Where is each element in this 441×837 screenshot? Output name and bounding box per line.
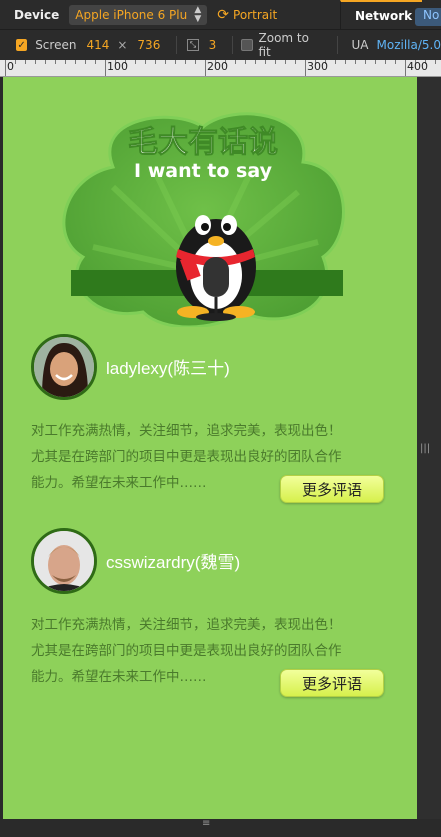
rotate-icon[interactable]: ⟳ [217,7,229,23]
toolbar-divider [336,36,338,54]
avatar [31,334,97,400]
ruler-tick [55,60,56,64]
ruler-label: 300 [307,60,328,73]
resize-handle-bottom-icon[interactable]: ≡ [202,818,210,829]
banner-title-en: I want to say [134,160,273,182]
ruler-tick [275,60,276,64]
ruler-label: 100 [107,60,128,73]
ruler-tick [245,60,246,64]
ua-label: UA [351,38,369,52]
ruler-tick [195,60,196,64]
orientation-label[interactable]: Portrait [233,8,277,22]
ruler-tick [365,60,366,64]
ruler-tick [395,60,396,64]
ruler-label: 200 [207,60,228,73]
ruler-tick [85,60,86,64]
ruler-tick [285,60,286,64]
toolbar-row-screen: ✓ Screen 414 × 736 ⤡ 3 Zoom to fit UA Mo… [0,30,441,60]
ruler-tick [185,60,186,64]
avatar-photo-icon [34,531,94,591]
bottom-bar [0,819,441,837]
ruler-tick [35,60,36,64]
select-arrows-icon: ▲ ▼ [194,4,202,24]
device-label: Device [14,7,60,22]
emulated-viewport: 毛大有话说 I want to say ladylexy(陈三十) 对工作充满热… [3,77,417,819]
toolbar-divider [176,36,178,54]
ruler-tick [165,60,166,64]
ruler-tick [65,60,66,64]
review-line: 对工作充满热情，关注细节，追求完美，表现出色！ [31,617,342,633]
toolbar-row-device: Device Apple iPhone 6 Plu ▲ ▼ ⟳ Portrait … [0,0,441,30]
avatar-photo-icon [34,337,94,397]
ruler-tick [5,60,6,76]
ruler-tick [295,60,296,64]
device-select-value: Apple iPhone 6 Plu [75,7,188,22]
device-toolbar: Device Apple iPhone 6 Plu ▲ ▼ ⟳ Portrait … [0,0,441,60]
ruler-tick [145,60,146,64]
horizontal-ruler: 0 100 200 300 400 [0,60,441,77]
resize-handle-right-icon[interactable]: ||| [420,443,430,454]
review-line: 尤其是在跨部门的项目中更是表现出良好的团队合作 [31,643,342,659]
zoom-to-fit-label: Zoom to fit [258,31,309,59]
ruler-tick [265,60,266,64]
toolbar-divider [232,36,234,54]
ruler-tick [435,60,436,64]
tab-network[interactable]: Network [340,0,423,30]
device-pixel-ratio-field[interactable]: 3 [209,38,217,52]
more-reviews-button[interactable]: 更多评语 [280,475,384,503]
ruler-tick [345,60,346,64]
ruler-tick [405,60,406,76]
ruler-tick [95,60,96,64]
ruler-tick [385,60,386,64]
banner-illustration: 毛大有话说 I want to say [62,112,345,327]
device-pixel-ratio-icon: ⤡ [187,39,199,51]
banner-title-cn: 毛大有话说 [128,125,278,160]
network-throttle-select[interactable]: No [415,8,441,26]
ua-field[interactable]: Mozilla/5.0 [377,38,441,52]
ruler-tick [235,60,236,64]
ruler-tick [335,60,336,64]
avatar [31,528,97,594]
ruler-tick [155,60,156,64]
more-reviews-button[interactable]: 更多评语 [280,669,384,697]
device-select[interactable]: Apple iPhone 6 Plu ▲ ▼ [69,4,208,25]
ruler-tick [205,60,206,76]
ruler-label: 400 [407,60,428,73]
review-line: 对工作充满热情，关注细节，追求完美，表现出色！ [31,423,342,439]
ruler-tick [175,60,176,64]
dimension-separator: × [117,38,128,52]
ruler-tick [355,60,356,64]
ruler-tick [75,60,76,64]
ruler-tick [135,60,136,64]
ruler-label: 0 [7,60,14,73]
zoom-to-fit-checkbox[interactable] [241,39,253,51]
ruler-tick [255,60,256,64]
screen-checkbox[interactable]: ✓ [16,39,28,51]
review-line: 尤其是在跨部门的项目中更是表现出良好的团队合作 [31,449,342,465]
user-name: csswizardry(魏雪) [106,553,241,572]
screen-height-field[interactable]: 736 [137,38,160,52]
user-name: ladylexy(陈三十) [106,359,230,378]
ruler-tick [45,60,46,64]
network-tab-label: Network [355,9,413,23]
ruler-tick [25,60,26,64]
ruler-tick [105,60,106,76]
screen-label: Screen [35,38,77,52]
screen-width-field[interactable]: 414 [86,38,109,52]
ruler-tick [15,60,16,64]
ruler-tick [305,60,306,76]
ruler-tick [375,60,376,64]
